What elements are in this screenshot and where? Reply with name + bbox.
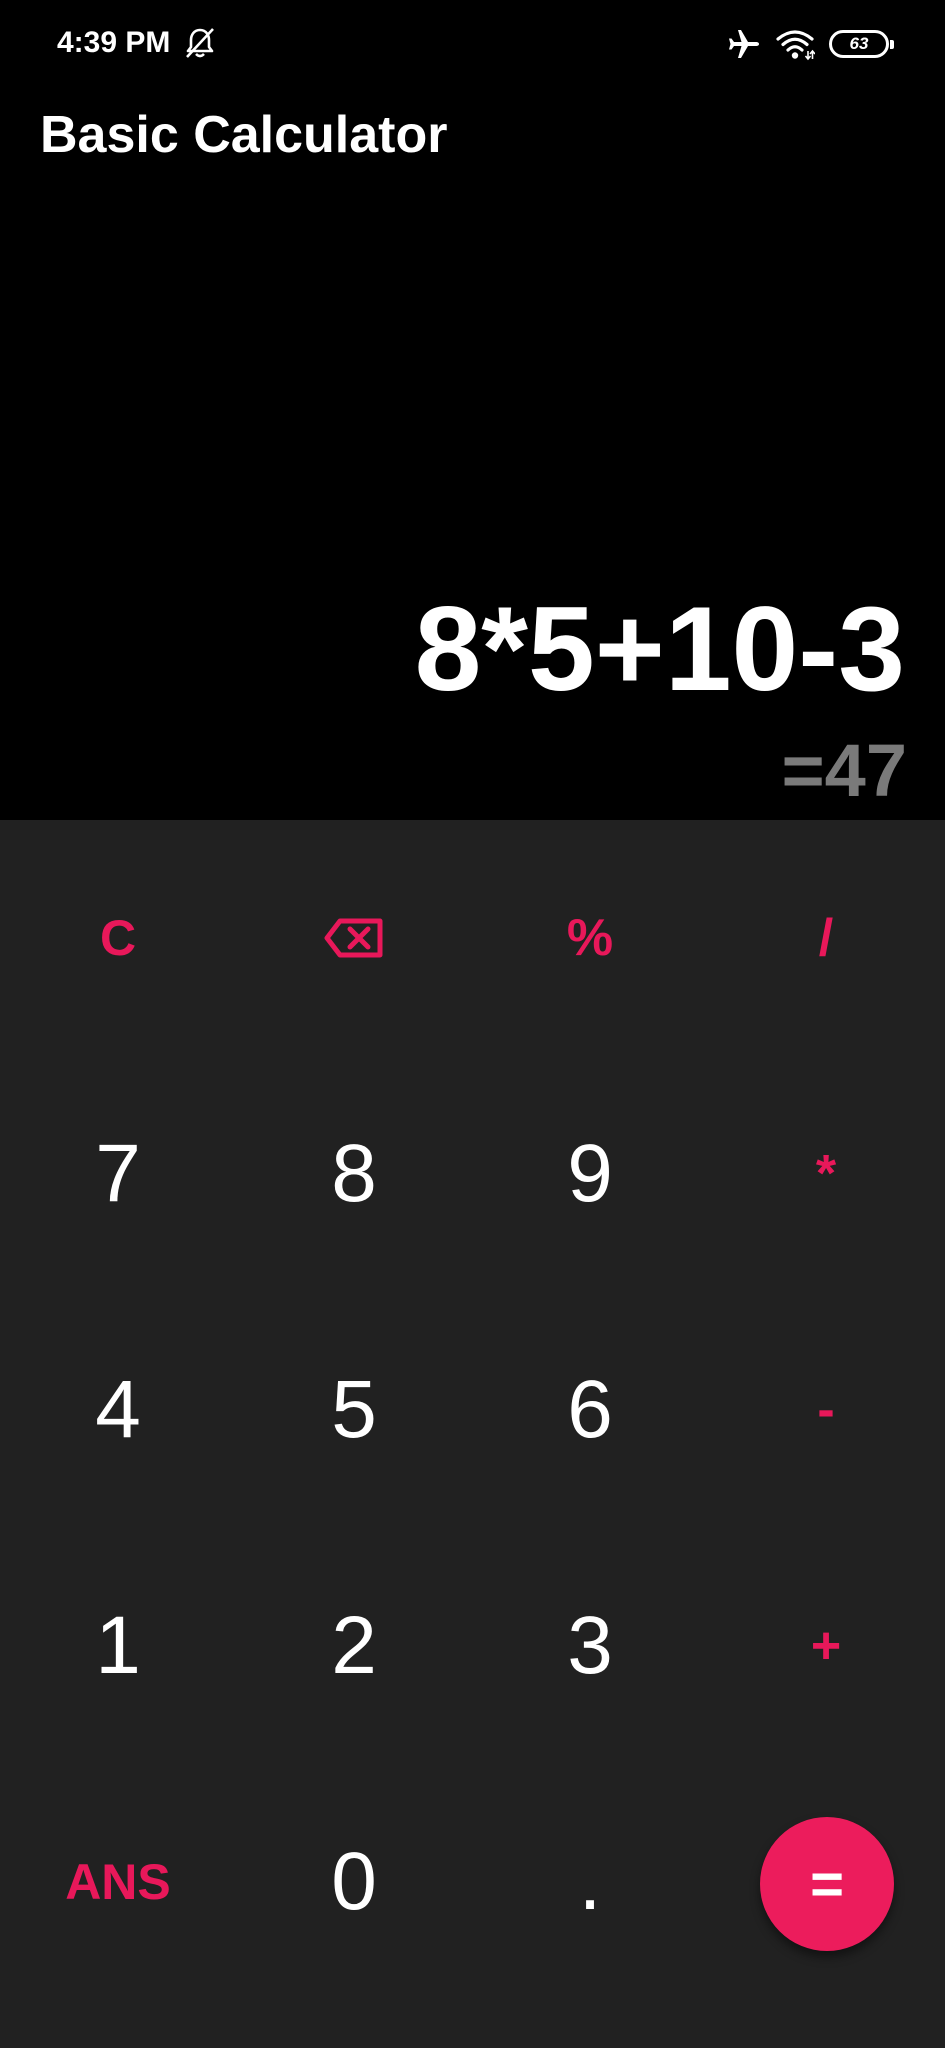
percent-button[interactable]: % <box>472 820 708 1056</box>
multiply-label: * <box>815 1145 837 1203</box>
app-title: Basic Calculator <box>40 106 448 164</box>
airplane-icon <box>729 30 759 58</box>
status-time: 4:39 PM <box>57 26 171 59</box>
digit-5-button[interactable]: 5 <box>236 1292 472 1528</box>
digit-4-button[interactable]: 4 <box>0 1292 236 1528</box>
digit-8-button[interactable]: 8 <box>236 1056 472 1292</box>
digit-6-button[interactable]: 6 <box>472 1292 708 1528</box>
ans-label: ANS <box>65 1854 171 1910</box>
digit-9-button[interactable]: 9 <box>472 1056 708 1292</box>
minus-label: - <box>817 1381 835 1439</box>
digit-7-button[interactable]: 7 <box>0 1056 236 1292</box>
digit-1-label: 1 <box>95 1600 141 1691</box>
status-bar: 4:39 PM 63 <box>0 0 945 88</box>
decimal-point-label: . <box>578 1836 602 1927</box>
backspace-button[interactable] <box>236 820 472 1056</box>
digit-4-label: 4 <box>95 1364 141 1455</box>
clear-label: C <box>99 910 137 966</box>
equals-button[interactable]: = <box>760 1817 894 1951</box>
decimal-point-button[interactable]: . <box>472 1764 708 2000</box>
digit-9-label: 9 <box>567 1128 613 1219</box>
battery-icon: 63 <box>829 30 894 58</box>
digit-3-button[interactable]: 3 <box>472 1528 708 1764</box>
divide-label: / <box>818 909 834 967</box>
minus-button[interactable]: - <box>708 1292 944 1528</box>
digit-0-button[interactable]: 0 <box>236 1764 472 2000</box>
digit-3-label: 3 <box>567 1600 613 1691</box>
ans-button[interactable]: ANS <box>0 1764 236 2000</box>
status-icons: 63 <box>727 26 894 62</box>
wifi-icon <box>776 30 815 61</box>
equals-label: = <box>810 1851 844 1917</box>
plus-button[interactable]: + <box>708 1528 944 1764</box>
digit-2-label: 2 <box>331 1600 377 1691</box>
result-display: =47 <box>781 729 907 812</box>
clear-button[interactable]: C <box>0 820 236 1056</box>
digit-1-button[interactable]: 1 <box>0 1528 236 1764</box>
digit-2-button[interactable]: 2 <box>236 1528 472 1764</box>
bell-off-icon <box>186 28 214 58</box>
digit-7-label: 7 <box>95 1128 141 1219</box>
digit-6-label: 6 <box>567 1364 613 1455</box>
plus-label: + <box>810 1617 842 1675</box>
digit-5-label: 5 <box>331 1364 377 1455</box>
multiply-button[interactable]: * <box>708 1056 944 1292</box>
battery-level: 63 <box>849 34 869 53</box>
backspace-icon <box>324 918 383 958</box>
expression-display: 8*5+10-3 <box>414 582 905 716</box>
digit-8-label: 8 <box>331 1128 377 1219</box>
digit-0-label: 0 <box>331 1836 377 1927</box>
percent-label: % <box>566 909 614 967</box>
divide-button[interactable]: / <box>708 820 944 1056</box>
